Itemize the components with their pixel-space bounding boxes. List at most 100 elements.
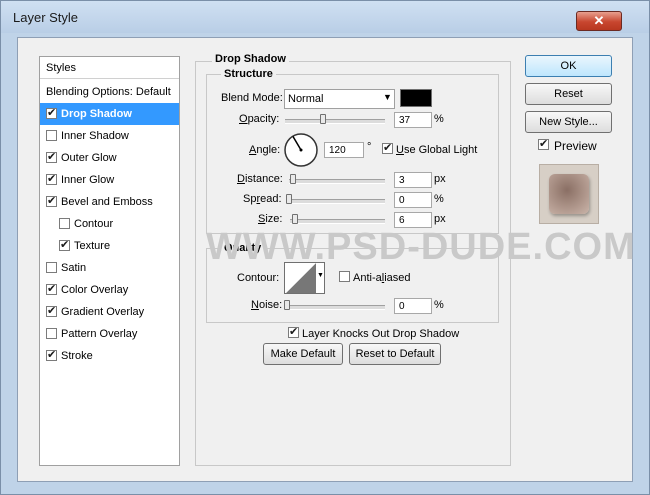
size-label: Size: [258, 213, 283, 225]
check-icon: ✔ [289, 326, 299, 338]
layer-knocks-out-checkbox[interactable]: ✔ [288, 326, 299, 338]
structure-title: Structure [221, 68, 276, 80]
check-icon: ✔ [47, 305, 57, 317]
angle-dial[interactable] [283, 132, 319, 168]
style-item-color-overlay[interactable]: ✔ Color Overlay [40, 279, 179, 301]
style-item-stroke[interactable]: ✔ Stroke [40, 345, 179, 367]
style-item-satin[interactable]: Satin [40, 257, 179, 279]
style-item-pattern-overlay[interactable]: Pattern Overlay [40, 323, 179, 345]
spread-unit: % [434, 193, 444, 205]
check-icon: ✔ [60, 239, 70, 251]
check-icon: ✔ [47, 151, 57, 163]
style-item-outer-glow[interactable]: ✔ Outer Glow [40, 147, 179, 169]
angle-unit: ° [367, 141, 372, 153]
style-item-label: Blending Options: Default [46, 86, 171, 98]
styles-list: Styles Blending Options: Default ✔ Drop Sh… [39, 56, 180, 466]
close-icon: ✕ [593, 13, 605, 28]
blend-mode-value: Normal [288, 93, 324, 105]
reset-to-default-label: Reset to Default [355, 348, 435, 360]
chevron-down-icon: ▼ [317, 272, 324, 279]
angle-input[interactable] [324, 142, 364, 158]
new-style-label: New Style... [539, 116, 598, 128]
distance-input[interactable] [394, 172, 432, 188]
angle-dial-icon [284, 133, 318, 167]
preview-swatch [549, 174, 589, 214]
distance-slider-thumb[interactable] [289, 174, 296, 184]
style-item-inner-shadow[interactable]: Inner Shadow [40, 125, 179, 147]
contour-label: Contour: [237, 272, 280, 284]
title-bar[interactable]: Layer Style ✕ [1, 1, 649, 33]
style-item-blending-options-default[interactable]: Blending Options: Default [40, 81, 179, 103]
close-button[interactable]: ✕ [576, 11, 622, 31]
style-item-drop-shadow[interactable]: ✔ Drop Shadow [40, 103, 179, 125]
make-default-label: Make Default [270, 348, 336, 360]
preview-label: Preview [554, 139, 597, 153]
style-item-checkbox[interactable]: ✔ [59, 239, 70, 251]
preview-thumbnail [539, 164, 599, 224]
style-item-checkbox[interactable]: ✔ [46, 107, 57, 119]
style-item-contour[interactable]: Contour [40, 213, 179, 235]
style-item-label: Color Overlay [61, 284, 129, 296]
preview-checkbox[interactable]: ✔ [538, 138, 549, 150]
check-icon: ✔ [47, 349, 57, 361]
check-icon: ✔ [47, 173, 57, 185]
style-item-label: Bevel and Emboss [61, 196, 153, 208]
reset-button[interactable]: Reset [525, 83, 612, 105]
distance-slider[interactable] [289, 179, 385, 184]
style-item-gradient-overlay[interactable]: ✔ Gradient Overlay [40, 301, 179, 323]
size-slider[interactable] [290, 219, 385, 224]
spread-input[interactable] [394, 192, 432, 208]
layer-style-window: Layer Style ✕ Styles Blending Options: D… [0, 0, 650, 495]
noise-slider-thumb[interactable] [284, 300, 290, 310]
anti-aliased-label: Anti-aliased [353, 272, 411, 284]
reset-label: Reset [554, 88, 583, 100]
opacity-slider-thumb[interactable] [319, 114, 326, 124]
style-item-bevel-and-emboss[interactable]: ✔ Bevel and Emboss [40, 191, 179, 213]
styles-header[interactable]: Styles [40, 57, 179, 79]
style-item-label: Gradient Overlay [61, 306, 145, 318]
style-item-label: Outer Glow [61, 152, 117, 164]
style-item-checkbox[interactable]: ✔ [46, 283, 57, 295]
opacity-unit: % [434, 113, 444, 125]
noise-slider[interactable] [284, 305, 385, 310]
opacity-input[interactable] [394, 112, 432, 128]
distance-unit: px [434, 173, 446, 185]
style-item-checkbox[interactable] [46, 262, 57, 273]
spread-slider-thumb[interactable] [286, 194, 292, 204]
reset-to-default-button[interactable]: Reset to Default [349, 343, 441, 365]
styles-header-label: Styles [46, 62, 76, 74]
blend-mode-select[interactable]: Normal ▼ [284, 89, 395, 109]
spread-slider[interactable] [286, 199, 385, 204]
layer-knocks-out-label: Layer Knocks Out Drop Shadow [302, 328, 460, 340]
drop-shadow-title: Drop Shadow [212, 53, 289, 65]
style-item-texture[interactable]: ✔ Texture [40, 235, 179, 257]
distance-label: Distance: [237, 173, 283, 185]
check-icon: ✔ [47, 283, 57, 295]
style-item-checkbox[interactable] [46, 328, 57, 339]
style-item-label: Texture [74, 240, 111, 252]
spread-label: Spread: [243, 193, 282, 205]
use-global-light-checkbox[interactable]: ✔ [382, 142, 393, 154]
style-item-checkbox[interactable]: ✔ [46, 151, 57, 163]
new-style-button[interactable]: New Style... [525, 111, 612, 133]
shadow-color-swatch[interactable] [400, 89, 432, 107]
style-item-label: Satin [61, 262, 87, 274]
style-item-label: Pattern Overlay [61, 328, 138, 340]
anti-aliased-checkbox[interactable] [339, 271, 350, 282]
size-slider-thumb[interactable] [291, 214, 298, 224]
style-item-checkbox[interactable]: ✔ [46, 195, 57, 207]
opacity-label: Opacity: [239, 113, 280, 125]
noise-input[interactable] [394, 298, 432, 314]
style-item-checkbox[interactable]: ✔ [46, 305, 57, 317]
make-default-button[interactable]: Make Default [263, 343, 343, 365]
style-item-inner-glow[interactable]: ✔ Inner Glow [40, 169, 179, 191]
style-item-checkbox[interactable] [59, 218, 70, 229]
watermark: WWW.PSD-DUDE.COM [206, 226, 636, 268]
style-item-checkbox[interactable] [46, 130, 57, 141]
opacity-slider[interactable] [285, 119, 385, 124]
ok-button[interactable]: OK [525, 55, 612, 77]
noise-unit: % [434, 299, 444, 311]
style-item-checkbox[interactable]: ✔ [46, 173, 57, 185]
check-icon: ✔ [47, 195, 57, 207]
style-item-checkbox[interactable]: ✔ [46, 349, 57, 361]
